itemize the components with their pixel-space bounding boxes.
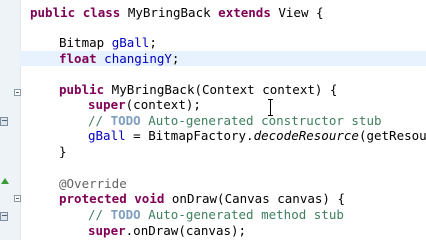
code-text: onDraw(Canvas canvas) {: [164, 191, 345, 206]
code-line-super-call[interactable]: super(context);: [20, 97, 426, 112]
field-name: gBall: [111, 35, 150, 50]
keyword: float: [59, 51, 97, 66]
code-line-annotation[interactable]: @Override: [20, 176, 426, 191]
comment-text: //: [88, 207, 111, 222]
todo-tag: TODO: [110, 207, 141, 222]
code-text: .onDraw(canvas);: [125, 223, 247, 238]
code-line-class-declaration[interactable]: public class MyBringBack extends View {: [20, 5, 426, 20]
class-name: MyBringBack: [120, 5, 219, 20]
code-line-todo-comment[interactable]: // TODO Auto-generated method stub: [20, 207, 426, 222]
code-line-gball-assign[interactable]: gBall = BitmapFactory.decodeResource(get…: [20, 128, 426, 143]
text-cursor-icon: [268, 99, 274, 116]
code-line-field-gball[interactable]: Bitmap gBall;: [20, 35, 426, 50]
comment-text: Auto-generated method stub: [140, 207, 344, 222]
field-name: changingY: [104, 51, 172, 66]
code-text: Bitmap: [59, 35, 112, 50]
code-text: }: [59, 144, 67, 159]
code-line-super-ondraw[interactable]: super.onDraw(canvas);: [20, 223, 426, 238]
todo-marker-icon[interactable]: [0, 212, 8, 221]
code-text: MyBringBack(Context context) {: [104, 82, 338, 97]
field-name: gBall: [88, 128, 126, 143]
keyword: super: [88, 97, 126, 112]
code-text: ;: [171, 51, 180, 66]
keyword: extends: [218, 5, 271, 20]
keyword: public: [30, 5, 76, 20]
keyword: class: [82, 5, 121, 20]
override-marker-icon[interactable]: [1, 178, 9, 184]
code-line-constructor[interactable]: public MyBringBack(Context context) {: [20, 82, 426, 97]
todo-marker-icon[interactable]: [0, 117, 8, 126]
code-text: View {: [270, 5, 324, 20]
annotation-text: @Override: [59, 176, 127, 191]
keyword: public: [59, 82, 105, 97]
code-line-todo-comment[interactable]: // TODO Auto-generated constructor stub: [20, 113, 426, 128]
todo-tag: TODO: [110, 113, 141, 128]
editor-gutter: [0, 0, 21, 240]
code-text: (context);: [125, 97, 201, 112]
code-line-field-changingy[interactable]: float changingY;: [20, 51, 426, 66]
code-line-ondraw[interactable]: protected void onDraw(Canvas canvas) {: [20, 191, 426, 206]
code-text: (getResource: [358, 128, 426, 143]
comment-text: //: [88, 113, 111, 128]
keyword: protected: [59, 191, 127, 206]
comment-text: Auto-generated constructor stub: [140, 113, 382, 128]
code-line-close-brace[interactable]: }: [20, 144, 426, 159]
static-method-name: decodeResource: [253, 128, 359, 143]
code-editor[interactable]: public class MyBringBack extends View { …: [20, 0, 426, 240]
keyword: void: [134, 191, 165, 206]
code-text: ;: [149, 35, 157, 50]
keyword: super: [88, 223, 126, 238]
code-text: = BitmapFactory.: [125, 128, 254, 143]
